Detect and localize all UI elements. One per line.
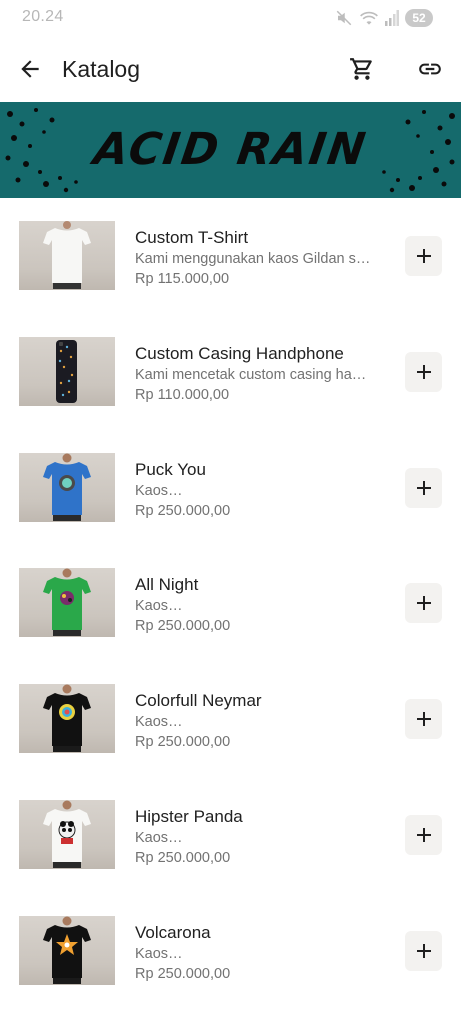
product-price: Rp 115.000,00 [135,271,230,287]
product-description: Kaos… [135,714,183,731]
mute-icon [335,9,353,27]
status-time: 20.24 [22,8,64,25]
product-thumbnail [19,221,115,290]
product-thumbnail [19,568,115,638]
list-item[interactable]: Volcarona Kaos… Rp 250.000,00 [0,893,461,1009]
product-description: Kami menggunakan kaos Gildan s… [135,251,371,267]
product-description: Kaos… [135,829,183,846]
link-icon [419,63,441,75]
plus-icon [416,827,431,842]
plus-icon [416,712,431,727]
list-item[interactable]: Puck You Kaos… Rp 250.000,00 [0,430,461,546]
arrow-back-icon [21,60,39,78]
plus-icon [416,596,431,611]
add-to-cart-button[interactable] [405,467,442,508]
link-button[interactable] [414,53,446,85]
product-price: Rp 250.000,00 [135,618,231,635]
product-name: Hipster Panda [135,806,243,826]
list-item[interactable]: Hipster Panda Kaos… Rp 250.000,00 [0,777,461,893]
product-thumbnail [19,336,115,406]
add-to-cart-button[interactable] [405,583,442,624]
plus-icon [416,364,431,379]
status-bar: 20.24 52 [0,0,461,36]
product-list: Custom T-Shirt Kami menggunakan kaos Gil… [0,198,461,1009]
plus-icon [416,943,431,958]
product-name: Colorfull Neymar [135,691,262,711]
add-to-cart-button[interactable] [405,814,442,855]
cart-icon [350,58,372,80]
list-item[interactable]: Colorfull Neymar Kaos… Rp 250.000,00 [0,661,461,777]
list-item[interactable]: Custom T-Shirt Kami menggunakan kaos Gil… [0,198,461,314]
signal-icon [385,10,399,26]
product-thumbnail [19,799,115,869]
product-name: Custom T-Shirt [135,228,249,247]
plus-icon [416,249,431,263]
status-icons: 52 [335,8,433,28]
add-to-cart-button[interactable] [405,351,442,392]
product-price: Rp 250.000,00 [135,849,231,866]
product-name: Volcarona [135,922,211,942]
product-name: Puck You [135,459,206,479]
product-description: Kami mencetak custom casing ha… [135,366,367,383]
banner-title: ACID RAIN [90,124,371,175]
wifi-icon [359,9,379,27]
product-thumbnail [19,684,115,754]
cart-button[interactable] [346,53,378,85]
list-item[interactable]: All Night Kaos… Rp 250.000,00 [0,545,461,661]
app-bar: Katalog [0,36,461,102]
add-to-cart-button[interactable] [405,930,442,971]
add-to-cart-button[interactable] [405,699,442,740]
add-to-cart-button[interactable] [405,236,442,276]
product-thumbnail [19,915,115,985]
product-price: Rp 110.000,00 [135,386,230,403]
product-name: All Night [135,575,199,595]
product-description: Kaos… [135,945,183,962]
product-description: Kaos… [135,482,183,499]
back-button[interactable] [14,53,46,85]
plus-icon [416,480,431,495]
product-price: Rp 250.000,00 [135,734,231,751]
list-item[interactable]: Custom Casing Handphone Kami mencetak cu… [0,314,461,430]
product-thumbnail [19,452,115,522]
product-price: Rp 250.000,00 [135,502,231,519]
battery-icon: 52 [405,9,433,27]
product-description: Kaos… [135,598,183,615]
product-name: Custom Casing Handphone [135,343,344,363]
store-banner: ACID RAIN [0,102,461,198]
page-title: Katalog [62,56,141,82]
product-price: Rp 250.000,00 [135,965,231,982]
